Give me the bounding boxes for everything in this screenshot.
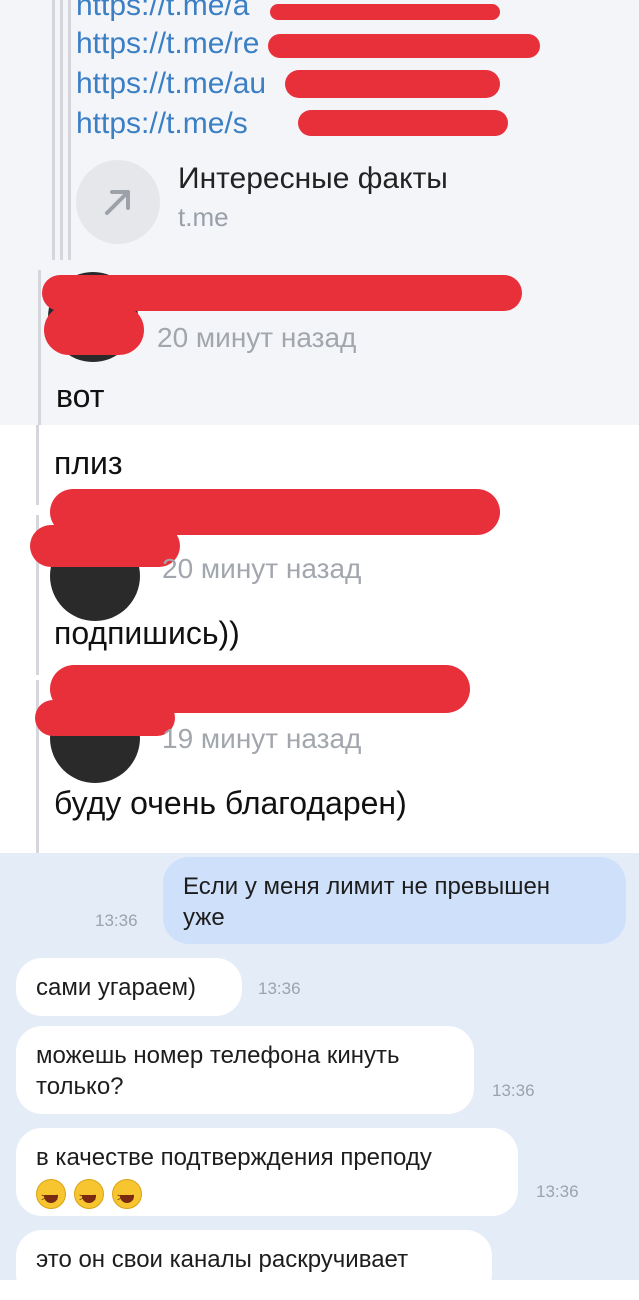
link-preview-title[interactable]: Интересные факты (178, 162, 448, 196)
thread-bar (36, 425, 39, 505)
channel-link[interactable]: https://t.me/a (76, 0, 249, 26)
incoming-message[interactable]: можешь номер телефона кинуть только? (16, 1026, 474, 1114)
incoming-message[interactable]: в качестве подтверждения преподу (16, 1128, 518, 1216)
quote-bar (52, 0, 55, 260)
comment-time: 20 минут назад (162, 553, 362, 584)
redaction-mark (298, 110, 508, 136)
message-line: в качестве подтверждения преподу (36, 1144, 432, 1171)
quote-bar (60, 0, 63, 260)
redaction-mark (35, 700, 175, 736)
comment-text: плиз (54, 445, 123, 481)
redaction-mark (30, 525, 180, 567)
chat-messages: 13:36 Если у меня лимит не превышен уже … (0, 853, 639, 1300)
redaction-mark (268, 34, 540, 58)
comment-text: вот (56, 378, 105, 414)
emoji-row (36, 1177, 498, 1214)
message-line: Если у меня лимит не превышен (183, 873, 551, 900)
message-time: 13:36 (258, 979, 301, 998)
message-line: сами угараем) (36, 974, 197, 1001)
thread-bar (38, 270, 41, 425)
quote-bar (68, 0, 71, 260)
comment-time: 20 минут назад (157, 322, 357, 353)
comment-text: буду очень благодарен) (54, 785, 407, 821)
redaction-mark (44, 305, 144, 355)
comments-panel: плиз 20 минут назад подпишись)) 19 минут… (0, 425, 639, 853)
channel-link[interactable]: https://t.me/re (76, 24, 259, 64)
message-time: 13:36 (95, 911, 138, 930)
channel-link[interactable]: https://t.me/s (76, 104, 248, 144)
channel-link[interactable]: https://t.me/au (76, 64, 266, 104)
grinning-squinting-face-emoji (36, 1178, 66, 1214)
message-line: можешь номер телефона кинуть (36, 1042, 400, 1069)
comment-text: подпишись)) (54, 615, 240, 651)
message-line: только? (36, 1073, 124, 1100)
message-line: уже (183, 904, 225, 931)
link-preview-host: t.me (178, 202, 229, 232)
message-time: 13:36 (536, 1182, 579, 1201)
comment-time: 19 минут назад (162, 723, 362, 754)
message-line: это он свои каналы раскручивает (36, 1246, 409, 1273)
grinning-squinting-face-emoji (112, 1178, 142, 1214)
forwarded-post-panel: https://t.me/a https://t.me/re https://t… (0, 0, 639, 425)
outgoing-message[interactable]: Если у меня лимит не превышен уже (163, 857, 626, 944)
incoming-message[interactable]: это он свои каналы раскручивает (16, 1230, 492, 1300)
incoming-message[interactable]: сами угараем) (16, 958, 242, 1016)
grinning-squinting-face-emoji (74, 1178, 104, 1214)
arrow-up-right-icon (105, 190, 130, 215)
redaction-mark (285, 70, 500, 98)
redaction-mark (270, 4, 500, 20)
link-preview-icon[interactable] (76, 160, 160, 244)
message-time: 13:36 (492, 1081, 535, 1100)
